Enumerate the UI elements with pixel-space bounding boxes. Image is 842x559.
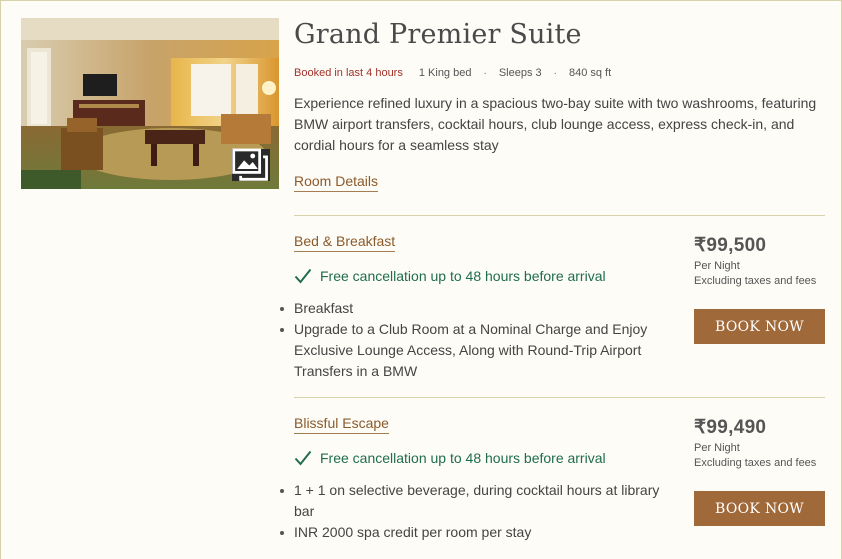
room-meta: Booked in last 4 hours 1 King bed · Slee…: [294, 67, 826, 79]
bed-info: 1 King bed: [418, 67, 472, 79]
price-block: ₹99,490 Per Night Excluding taxes and fe…: [694, 416, 825, 469]
gallery-icon: [232, 148, 268, 181]
per-night-label: Per Night: [694, 442, 740, 454]
cancellation-policy: Free cancellation up to 48 hours before …: [294, 450, 606, 466]
room-details-link[interactable]: Room Details: [294, 173, 379, 192]
sleeps-info: Sleeps 3: [498, 67, 542, 79]
rate-plan-name[interactable]: Blissful Escape: [294, 415, 389, 434]
rate-plan-name[interactable]: Bed & Breakfast: [294, 233, 396, 252]
check-icon: [294, 450, 312, 466]
price: ₹99,490: [694, 417, 767, 438]
tax-note: Excluding taxes and fees: [694, 457, 817, 469]
book-now-button[interactable]: BOOK NOW: [694, 491, 825, 526]
book-now-button[interactable]: BOOK NOW: [694, 309, 825, 344]
inclusions-list: Breakfast Upgrade to a Club Room at a No…: [280, 298, 666, 382]
cancellation-policy: Free cancellation up to 48 hours before …: [294, 268, 606, 284]
room-card: Grand Premier Suite Booked in last 4 hou…: [0, 0, 842, 559]
rate-plan: Bed & Breakfast Free cancellation up to …: [280, 215, 825, 397]
per-night-label: Per Night: [694, 260, 740, 272]
price: ₹99,500: [694, 235, 767, 256]
inclusion-item: 1 + 1 on selective beverage, during cock…: [280, 480, 666, 522]
rate-plan: Blissful Escape Free cancellation up to …: [280, 397, 825, 559]
room-image[interactable]: [21, 18, 279, 189]
meta-separator: ·: [553, 67, 557, 79]
tax-note: Excluding taxes and fees: [694, 275, 817, 287]
meta-separator: ·: [483, 67, 487, 79]
inclusion-item: Breakfast: [280, 298, 666, 319]
price-block: ₹99,500 Per Night Excluding taxes and fe…: [694, 234, 825, 287]
inclusion-item: Upgrade to a Club Room at a Nominal Char…: [280, 319, 666, 382]
check-icon: [294, 268, 312, 284]
inclusions-list: 1 + 1 on selective beverage, during cock…: [280, 480, 666, 543]
area-info: 840 sq ft: [568, 67, 612, 79]
room-title: Grand Premier Suite: [294, 19, 582, 50]
cancellation-text: Free cancellation up to 48 hours before …: [320, 450, 606, 466]
cancellation-text: Free cancellation up to 48 hours before …: [320, 268, 606, 284]
booked-badge: Booked in last 4 hours: [294, 67, 403, 79]
room-description: Experience refined luxury in a spacious …: [294, 95, 817, 153]
inclusion-item: INR 2000 spa credit per room per stay: [280, 522, 666, 543]
gallery-button[interactable]: [232, 148, 270, 181]
room-info: Grand Premier Suite Booked in last 4 hou…: [294, 15, 826, 192]
